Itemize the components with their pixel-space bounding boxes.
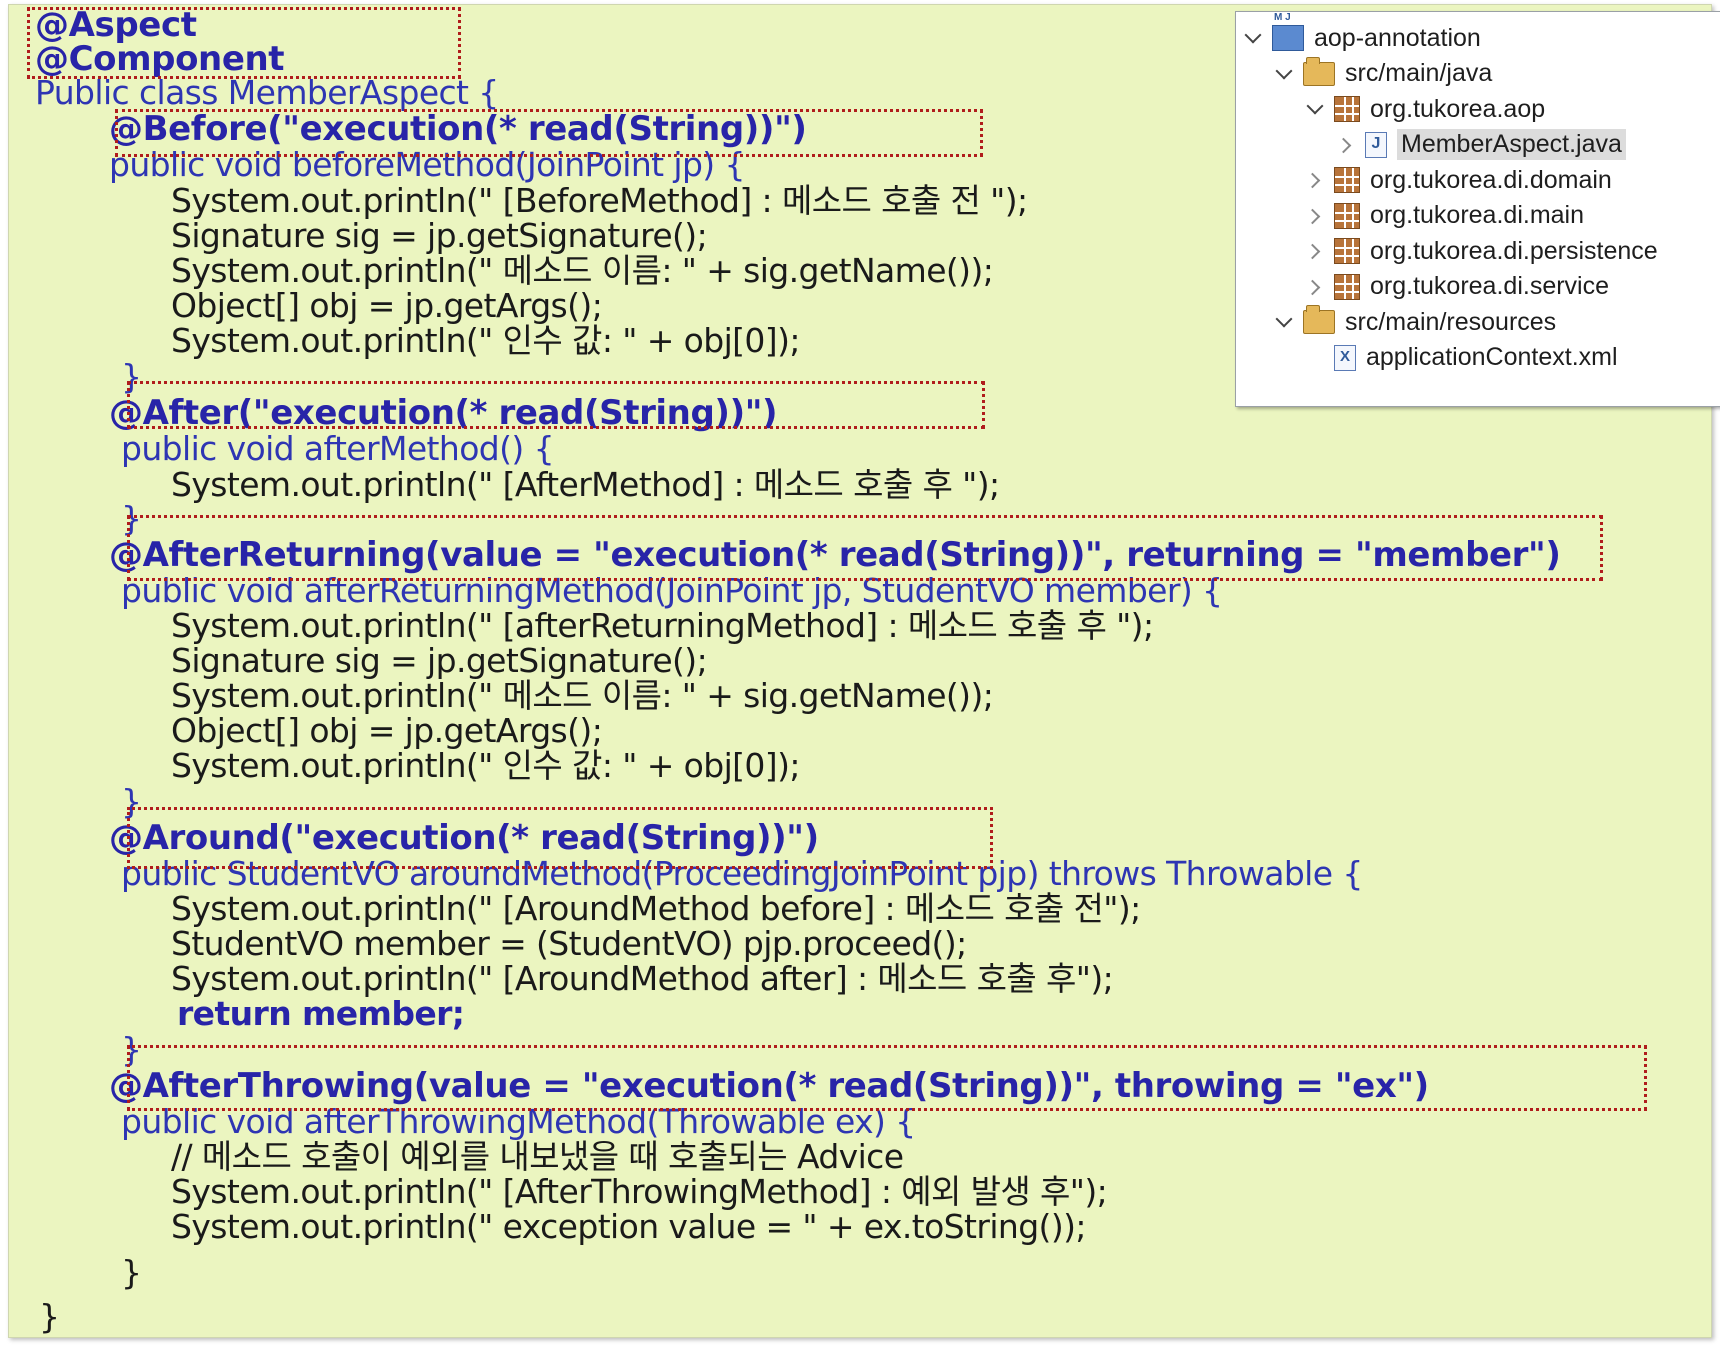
code-line: Public class MemberAspect { [35,73,499,112]
tree-item[interactable]: org.tukorea.di.main [1304,198,1584,234]
highlight-box-after [127,381,985,429]
source-folder-icon [1303,305,1335,334]
chevron-down-icon[interactable] [1273,63,1295,85]
java-file-icon: J [1365,131,1387,158]
tree-item[interactable]: org.tukorea.aop [1304,91,1545,127]
code-line: System.out.println(" [AroundMethod after… [171,959,1114,998]
tree-item[interactable]: org.tukorea.di.persistence [1304,233,1658,269]
chevron-right-icon[interactable] [1304,169,1326,191]
highlight-box-after-throwing [127,1045,1647,1111]
tree-item-label: aop-annotation [1314,23,1481,52]
code-line: Object[] obj = jp.getArgs(); [171,711,603,750]
code-panel: @Aspect @Component Public class MemberAspe… [8,4,1720,1338]
code-line: System.out.println(" [BeforeMethod] : 메소… [171,181,1028,220]
code-line: System.out.println(" [AroundMethod befor… [171,889,1141,928]
package-icon [1334,238,1360,264]
code-line: // 메소드 호출이 예외를 내보냈을 때 호출되는 Advice [171,1137,904,1176]
code-line: Object[] obj = jp.getArgs(); [171,286,603,325]
tree-item-label: org.tukorea.di.domain [1370,165,1612,194]
code-line: System.out.println(" exception value = "… [171,1207,1086,1246]
chevron-down-icon[interactable] [1304,98,1326,120]
code-line: System.out.println(" 인수 값: " + obj[0]); [171,321,800,360]
code-line: System.out.println(" 인수 값: " + obj[0]); [171,746,800,785]
package-icon [1334,202,1360,229]
tree-item-label: applicationContext.xml [1366,343,1618,371]
package-icon [1334,96,1360,122]
tree-item-label: src/main/resources [1345,307,1557,336]
chevron-down-icon[interactable] [1273,311,1295,333]
highlight-box-before [115,109,983,157]
code-line: } [121,1253,142,1292]
highlight-box-aspect [27,7,461,79]
tree-item-label: org.tukorea.di.persistence [1370,236,1658,265]
code-line: System.out.println(" 메소드 이름: " + sig.get… [171,676,994,715]
chevron-right-icon[interactable] [1335,134,1357,156]
code-line: System.out.println(" [AfterMethod] : 메소드… [171,465,1000,504]
highlight-box-after-returning [127,515,1603,581]
tree-item-label: org.tukorea.aop [1370,94,1546,123]
code-line: } [39,1297,60,1336]
project-icon [1272,12,1304,51]
package-icon [1334,167,1360,193]
tree-item[interactable]: src/main/java [1273,56,1492,92]
chevron-right-icon[interactable] [1304,240,1326,262]
chevron-right-icon[interactable] [1304,276,1326,298]
source-folder-icon [1303,56,1335,86]
chevron-right-icon[interactable] [1304,205,1326,227]
code-line: Signature sig = jp.getSignature(); [171,216,708,255]
chevron-down-icon[interactable] [1242,27,1264,49]
tree-item[interactable]: src/main/resources [1273,304,1556,340]
tree-item-label: org.tukorea.di.main [1370,201,1585,229]
tree-item[interactable]: XapplicationContext.xml [1304,340,1618,376]
package-icon [1334,273,1360,300]
code-line: return member; [177,994,465,1033]
tree-item[interactable]: J MemberAspect.java [1335,127,1626,163]
tree-item[interactable]: aop-annotation [1242,12,1481,56]
code-line: Signature sig = jp.getSignature(); [171,641,708,680]
tree-item-label: org.tukorea.di.service [1370,272,1610,300]
code-line: StudentVO member = (StudentVO) pjp.proce… [171,924,967,963]
xml-file-icon: X [1334,344,1356,371]
tree-item-label: MemberAspect.java [1397,129,1626,160]
highlight-box-around [127,807,993,869]
code-line: System.out.println(" [AfterThrowingMetho… [171,1172,1108,1211]
tree-item[interactable]: org.tukorea.di.domain [1304,162,1612,198]
tree-item[interactable]: org.tukorea.di.service [1304,269,1609,305]
project-explorer-tree: aop-annotation src/main/java org.tukorea.a… [1235,11,1720,407]
code-line: System.out.println(" 메소드 이름: " + sig.get… [171,251,994,290]
code-line: public void afterMethod() { [121,429,555,468]
tree-item-label: src/main/java [1345,59,1493,87]
code-line: System.out.println(" [afterReturningMeth… [171,606,1154,645]
